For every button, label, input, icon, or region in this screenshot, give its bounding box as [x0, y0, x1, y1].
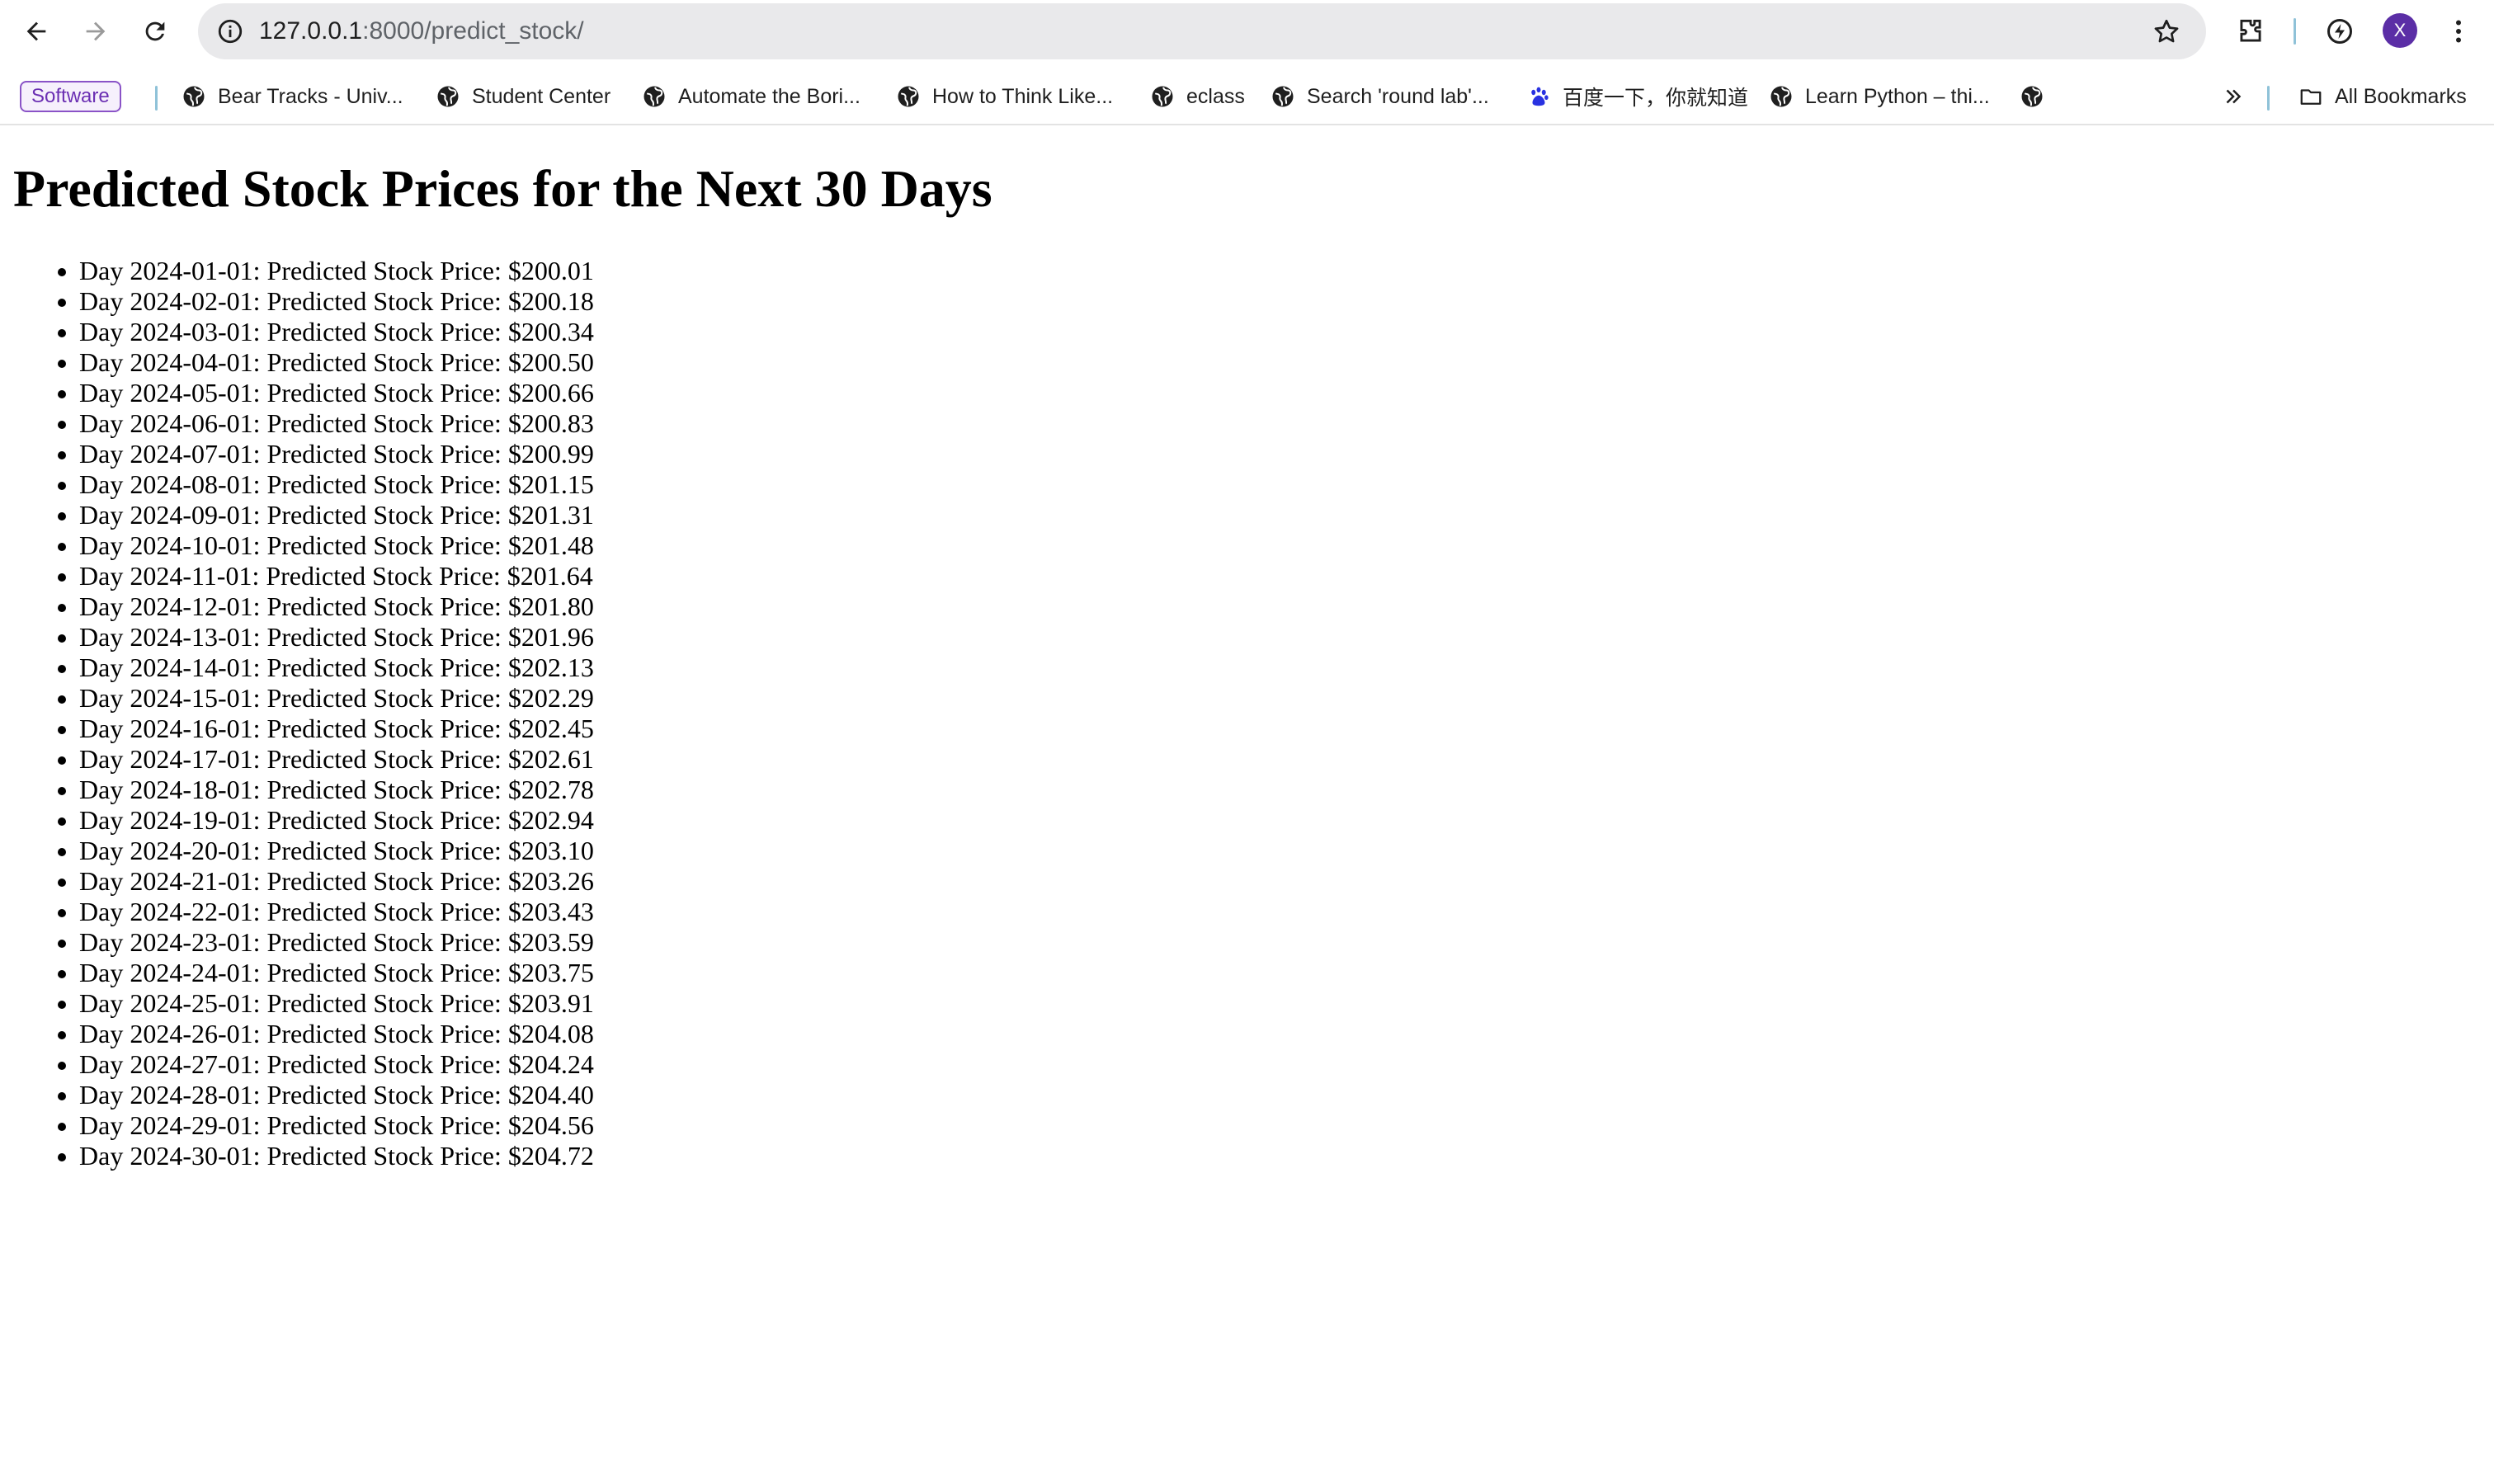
page-title: Predicted Stock Prices for the Next 30 D…: [13, 159, 992, 218]
reload-button[interactable]: [135, 12, 175, 51]
url-host: 127.0.0.1: [259, 17, 363, 45]
forward-button[interactable]: [76, 12, 116, 51]
prediction-item: Day 2024-20-01: Predicted Stock Price: $…: [79, 836, 594, 866]
address-bar[interactable]: 127.0.0.1:8000/predict_stock/: [198, 3, 2206, 59]
globe-icon: [1770, 86, 1792, 107]
bookmark-bear-tracks[interactable]: Bear Tracks - Univ...: [182, 79, 403, 114]
browser-chrome: 127.0.0.1:8000/predict_stock/ X Software: [0, 0, 2494, 125]
bookmark-baidu[interactable]: 百度一下，你就知道: [1526, 79, 1748, 114]
bookmark-label: Bear Tracks - Univ...: [218, 84, 403, 108]
bookmark-label: Automate the Bori...: [678, 84, 860, 108]
prediction-item: Day 2024-29-01: Predicted Stock Price: $…: [79, 1110, 594, 1141]
globe-icon: [2021, 86, 2043, 107]
arrow-left-icon: [26, 21, 46, 41]
bookmark-star-icon[interactable]: [2152, 16, 2181, 46]
prediction-item: Day 2024-22-01: Predicted Stock Price: $…: [79, 897, 594, 927]
prediction-item: Day 2024-12-01: Predicted Stock Price: $…: [79, 591, 594, 622]
prediction-list: Day 2024-01-01: Predicted Stock Price: $…: [0, 256, 594, 1171]
bookmark-eclass[interactable]: eclass: [1150, 79, 1245, 114]
prediction-item: Day 2024-07-01: Predicted Stock Price: $…: [79, 439, 594, 469]
prediction-item: Day 2024-13-01: Predicted Stock Price: $…: [79, 622, 594, 652]
all-bookmarks-button[interactable]: All Bookmarks: [2298, 79, 2467, 114]
bookmark-folder-software[interactable]: Software: [20, 81, 121, 112]
bookmark-learn-python[interactable]: Learn Python – thi...: [1769, 79, 1990, 114]
prediction-item: Day 2024-27-01: Predicted Stock Price: $…: [79, 1049, 594, 1080]
prediction-item: Day 2024-06-01: Predicted Stock Price: $…: [79, 408, 594, 439]
performance-button[interactable]: [2323, 15, 2356, 48]
browser-toolbar: 127.0.0.1:8000/predict_stock/ X: [0, 0, 2494, 63]
prediction-item: Day 2024-14-01: Predicted Stock Price: $…: [79, 652, 594, 683]
lightning-icon: [2327, 19, 2352, 44]
toolbar-divider: [2294, 18, 2296, 45]
all-bookmarks-label: All Bookmarks: [2335, 84, 2467, 108]
prediction-item: Day 2024-03-01: Predicted Stock Price: $…: [79, 317, 594, 347]
prediction-item: Day 2024-19-01: Predicted Stock Price: $…: [79, 805, 594, 836]
globe-icon: [183, 86, 205, 107]
site-info-icon[interactable]: [216, 17, 244, 45]
menu-button[interactable]: [2442, 15, 2475, 48]
prediction-item: Day 2024-24-01: Predicted Stock Price: $…: [79, 958, 594, 988]
globe-icon: [437, 86, 459, 107]
bookmark-how-to-think[interactable]: How to Think Like...: [896, 79, 1113, 114]
bookmark-search-round-lab[interactable]: Search 'round lab'...: [1271, 79, 1489, 114]
bookmark-label: 百度一下，你就知道: [1563, 87, 1749, 110]
bookmark-label: Student Center: [472, 84, 611, 108]
prediction-item: Day 2024-04-01: Predicted Stock Price: $…: [79, 347, 594, 378]
prediction-item: Day 2024-15-01: Predicted Stock Price: $…: [79, 683, 594, 714]
bookmark-label: Learn Python – thi...: [1805, 84, 1990, 108]
bookmark-untitled[interactable]: [2020, 79, 2056, 114]
kebab-menu-icon: [2456, 20, 2461, 43]
url-text[interactable]: 127.0.0.1:8000/predict_stock/: [259, 15, 584, 48]
prediction-item: Day 2024-23-01: Predicted Stock Price: $…: [79, 927, 594, 958]
prediction-item: Day 2024-18-01: Predicted Stock Price: $…: [79, 775, 594, 805]
prediction-item: Day 2024-05-01: Predicted Stock Price: $…: [79, 378, 594, 408]
bookmark-label: eclass: [1186, 84, 1245, 108]
bookmark-student-center[interactable]: Student Center: [436, 79, 611, 114]
prediction-item: Day 2024-09-01: Predicted Stock Price: $…: [79, 500, 594, 530]
reload-icon: [145, 21, 165, 41]
prediction-item: Day 2024-11-01: Predicted Stock Price: $…: [79, 561, 594, 591]
url-path: :8000/predict_stock/: [362, 17, 584, 45]
globe-icon: [1152, 86, 1173, 107]
double-chevron-right-icon: [2226, 89, 2242, 104]
prediction-item: Day 2024-25-01: Predicted Stock Price: $…: [79, 988, 594, 1019]
globe-icon: [644, 86, 665, 107]
arrow-right-icon: [86, 21, 106, 41]
bookmark-label: Search 'round lab'...: [1307, 84, 1489, 108]
bookmark-label: How to Think Like...: [932, 84, 1114, 108]
prediction-item: Day 2024-26-01: Predicted Stock Price: $…: [79, 1019, 594, 1049]
bookmarks-bar: Software Bear Tracks - Univ... Student C…: [0, 73, 2494, 122]
puzzle-icon: [2240, 19, 2261, 42]
prediction-item: Day 2024-10-01: Predicted Stock Price: $…: [79, 530, 594, 561]
bookmark-separator: [2267, 86, 2270, 111]
prediction-item: Day 2024-08-01: Predicted Stock Price: $…: [79, 469, 594, 500]
globe-icon: [898, 86, 919, 107]
folder-icon: [2300, 89, 2322, 105]
more-bookmarks-button[interactable]: [2221, 79, 2246, 114]
bookmark-separator: [155, 86, 158, 111]
prediction-item: Day 2024-30-01: Predicted Stock Price: $…: [79, 1141, 594, 1171]
prediction-item: Day 2024-28-01: Predicted Stock Price: $…: [79, 1080, 594, 1110]
bookmark-automate[interactable]: Automate the Bori...: [642, 79, 860, 114]
baidu-paw-icon: [1531, 87, 1549, 106]
extensions-button[interactable]: [2234, 15, 2267, 48]
bookmark-label: Software: [31, 85, 110, 107]
page-content: Predicted Stock Prices for the Next 30 D…: [0, 125, 2494, 1484]
prediction-item: Day 2024-21-01: Predicted Stock Price: $…: [79, 866, 594, 897]
prediction-item: Day 2024-16-01: Predicted Stock Price: $…: [79, 714, 594, 744]
back-button[interactable]: [17, 12, 56, 51]
prediction-item: Day 2024-01-01: Predicted Stock Price: $…: [79, 256, 594, 286]
prediction-item: Day 2024-17-01: Predicted Stock Price: $…: [79, 744, 594, 775]
globe-icon: [1272, 86, 1294, 107]
prediction-item: Day 2024-02-01: Predicted Stock Price: $…: [79, 286, 594, 317]
profile-avatar[interactable]: X: [2383, 13, 2417, 48]
